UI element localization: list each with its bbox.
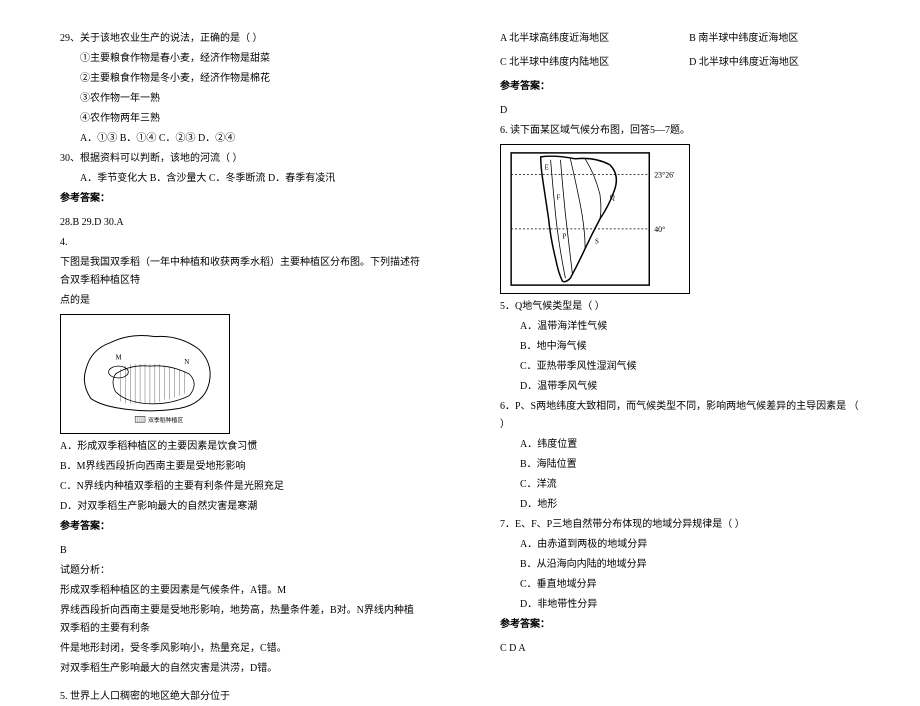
q5sub-c: C．亚热带季风性湿润气候 [500,358,860,376]
q5-opt-d: D 北半球中纬度近海地区 [689,54,799,72]
svg-text:N: N [184,359,189,366]
q29-stem: 29、关于该地农业生产的说法，正确的是（ ） [60,30,420,48]
svg-text:E: E [545,165,549,172]
expl-1: 形成双季稻种植区的主要因素是气候条件，A错。M [60,582,420,600]
ans-4: B [60,542,420,560]
q5-opts-row2: C 北半球中纬度内陆地区 D 北半球中纬度近海地区 [500,54,860,72]
q5sub-b: B．地中海气候 [500,338,860,356]
q4-num: 4. [60,234,420,252]
q5-opts-row1: A 北半球高纬度近海地区 B 南半球中纬度近海地区 [500,30,860,48]
q7sub-d: D．非地带性分异 [500,596,860,614]
q4-a: A．形成双季稻种植区的主要因素是饮食习惯 [60,438,420,456]
expl-3: 件是地形封闭，受冬季风影响小，热量充足，C错。 [60,640,420,658]
q5sub-stem: 5．Q地气候类型是（ ） [500,298,860,316]
q4-stem2: 点的是 [60,292,420,310]
q6sub-a: A．纬度位置 [500,436,860,454]
south-america-climate-map: E F P Q S 23°26' 40° [500,144,690,294]
q29-s4: ④农作物两年三熟 [60,110,420,128]
right-column: A 北半球高纬度近海地区 B 南半球中纬度近海地区 C 北半球中纬度内陆地区 D… [460,30,870,621]
q5sub-a: A．温带海洋性气候 [500,318,860,336]
q6: 6. 读下面某区域气候分布图，回答5—7题。 [500,122,860,140]
svg-text:S: S [595,239,599,246]
ans-label-3: 参考答案： [500,78,860,96]
q29-s2: ②主要粮食作物是冬小麦，经济作物是棉花 [60,70,420,88]
svg-text:P: P [562,234,566,241]
svg-text:F: F [557,194,561,201]
map-legend-label: 双季稻种植区 [148,416,183,424]
ans-label-2: 参考答案： [60,518,420,536]
q4-stem1: 下图是我国双季稻（一年中种植和收获两季水稻）主要种植区分布图。下列描述符合双季稻… [60,254,420,290]
q4-c: C．N界线内种植双季稻的主要有利条件是光照充足 [60,478,420,496]
expl-4: 对双季稻生产影响最大的自然灾害是洪涝，D错。 [60,660,420,678]
q5-opt-c: C 北半球中纬度内陆地区 [500,54,609,72]
expl-2: 界线西段折向西南主要是受地形影响，地势高，热量条件差，B对。N界线内种植双季稻的… [60,602,420,638]
svg-text:Q: Q [610,194,615,201]
q29-s1: ①主要粮食作物是春小麦，经济作物是甜菜 [60,50,420,68]
svg-text:M: M [116,354,122,361]
ans-label-4: 参考答案： [500,616,860,634]
ans-67: C D A [500,640,860,658]
q7sub-a: A．由赤道到两极的地域分异 [500,536,860,554]
q5-opt-a: A 北半球高纬度近海地区 [500,30,609,48]
q30-stem: 30、根据资料可以判断，该地的河流（ ） [60,150,420,168]
q5: 5. 世界上人口稠密的地区绝大部分位于 [60,688,420,706]
q7sub-c: C．垂直地域分异 [500,576,860,594]
ans-2830: 28.B 29.D 30.A [60,214,420,232]
q5sub-d: D．温带季风气候 [500,378,860,396]
ans-label-1: 参考答案： [60,190,420,208]
q5-opt-b: B 南半球中纬度近海地区 [689,30,798,48]
q4-b: B．M界线西段折向西南主要是受地形影响 [60,458,420,476]
q29-opts: A．①③ B．①④ C．②③ D．②④ [60,130,420,148]
q6sub-c: C．洋流 [500,476,860,494]
expl-label: 试题分析： [60,562,420,580]
q6sub-d: D．地形 [500,496,860,514]
q7sub-stem: 7．E、F、P三地自然带分布体现的地域分异规律是（ ） [500,516,860,534]
lat-label-2: 40° [654,225,665,234]
q7sub-b: B．从沿海向内陆的地域分异 [500,556,860,574]
q29-s3: ③农作物一年一熟 [60,90,420,108]
left-column: 29、关于该地农业生产的说法，正确的是（ ） ①主要粮食作物是春小麦，经济作物是… [50,30,460,621]
q6sub-b: B．海陆位置 [500,456,860,474]
q30-opts: A．季节变化大 B．含沙量大 C．冬季断流 D．春季有凌汛 [60,170,420,188]
china-rice-map: M N 双季稻种植区 [60,314,230,434]
q4-d: D．对双季稻生产影响最大的自然灾害是寒潮 [60,498,420,516]
ans-5: D [500,102,860,120]
q6sub-stem: 6．P、S两地纬度大致相同，而气候类型不同，影响两地气候差异的主导因素是 （ ） [500,398,860,434]
lat-label-1: 23°26' [654,171,675,180]
